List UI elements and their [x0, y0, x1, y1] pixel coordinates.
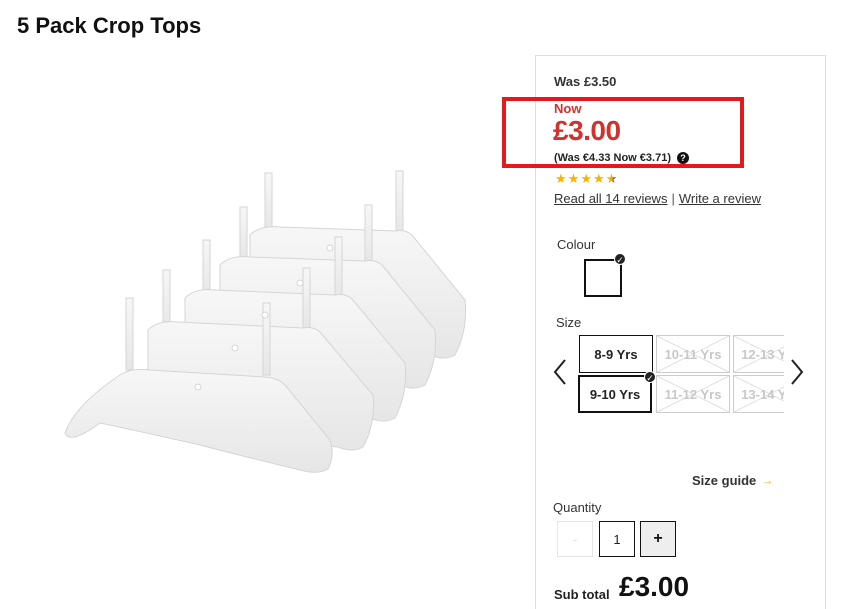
- read-reviews-link[interactable]: Read all 14 reviews: [554, 191, 667, 206]
- star-icon: ★: [555, 171, 567, 186]
- product-title: 5 Pack Crop Tops: [17, 13, 202, 38]
- size-guide-link[interactable]: Size guide →: [692, 473, 773, 488]
- chevron-right-icon: [791, 359, 804, 385]
- size-option-10-11[interactable]: 10-11 Yrs: [656, 335, 730, 373]
- size-next-button[interactable]: [789, 358, 805, 386]
- colour-label: Colour: [557, 237, 596, 252]
- quantity-increase-button[interactable]: +: [640, 521, 676, 557]
- star-icon: ★: [567, 171, 580, 186]
- reviews-links: Read all 14 reviews | Write a review: [554, 191, 761, 206]
- reviews-separator: |: [671, 191, 675, 206]
- size-option-12-13[interactable]: 12-13 Yrs: [733, 335, 784, 373]
- star-rating: ★ ★ ★ ★ ★: [555, 172, 617, 186]
- product-image: [60, 165, 470, 475]
- star-icon: ★: [580, 171, 592, 186]
- chevron-left-icon: [553, 359, 566, 385]
- arrow-right-icon: →: [762, 474, 774, 487]
- size-option-11-12[interactable]: 11-12 Yrs: [656, 375, 730, 413]
- quantity-label: Quantity: [553, 500, 602, 515]
- size-option-label: 13-14 Yrs: [741, 386, 784, 402]
- quantity-decrease-button[interactable]: -: [557, 521, 593, 557]
- subtotal-value: £3.00: [619, 571, 690, 602]
- size-label: Size: [556, 315, 582, 330]
- quantity-input[interactable]: 1: [599, 521, 635, 557]
- was-price: Was £3.50: [554, 74, 617, 89]
- size-options: 8-9 Yrs 10-11 Yrs 12-13 Yrs 9-10 Yrs 11-…: [578, 335, 784, 415]
- size-option-label: 12-13 Yrs: [741, 346, 784, 362]
- size-option-8-9[interactable]: 8-9 Yrs: [579, 335, 653, 373]
- write-review-link[interactable]: Write a review: [679, 191, 761, 206]
- price-highlight-box: [502, 97, 744, 168]
- size-option-label: 8-9 Yrs: [594, 346, 638, 362]
- half-star-icon: ★: [605, 171, 618, 186]
- size-option-9-10[interactable]: 9-10 Yrs: [578, 375, 652, 413]
- check-icon: ✓: [644, 371, 656, 383]
- size-guide-label: Size guide: [692, 473, 757, 488]
- size-option-label: 9-10 Yrs: [589, 386, 641, 402]
- size-prev-button[interactable]: [552, 358, 568, 386]
- star-icon: ★: [592, 171, 605, 186]
- check-icon: ✓: [614, 253, 626, 265]
- size-option-13-14[interactable]: 13-14 Yrs: [733, 375, 784, 413]
- subtotal-label: Sub total: [554, 587, 610, 602]
- size-option-label: 11-12 Yrs: [664, 386, 722, 402]
- size-option-label: 10-11 Yrs: [664, 346, 722, 362]
